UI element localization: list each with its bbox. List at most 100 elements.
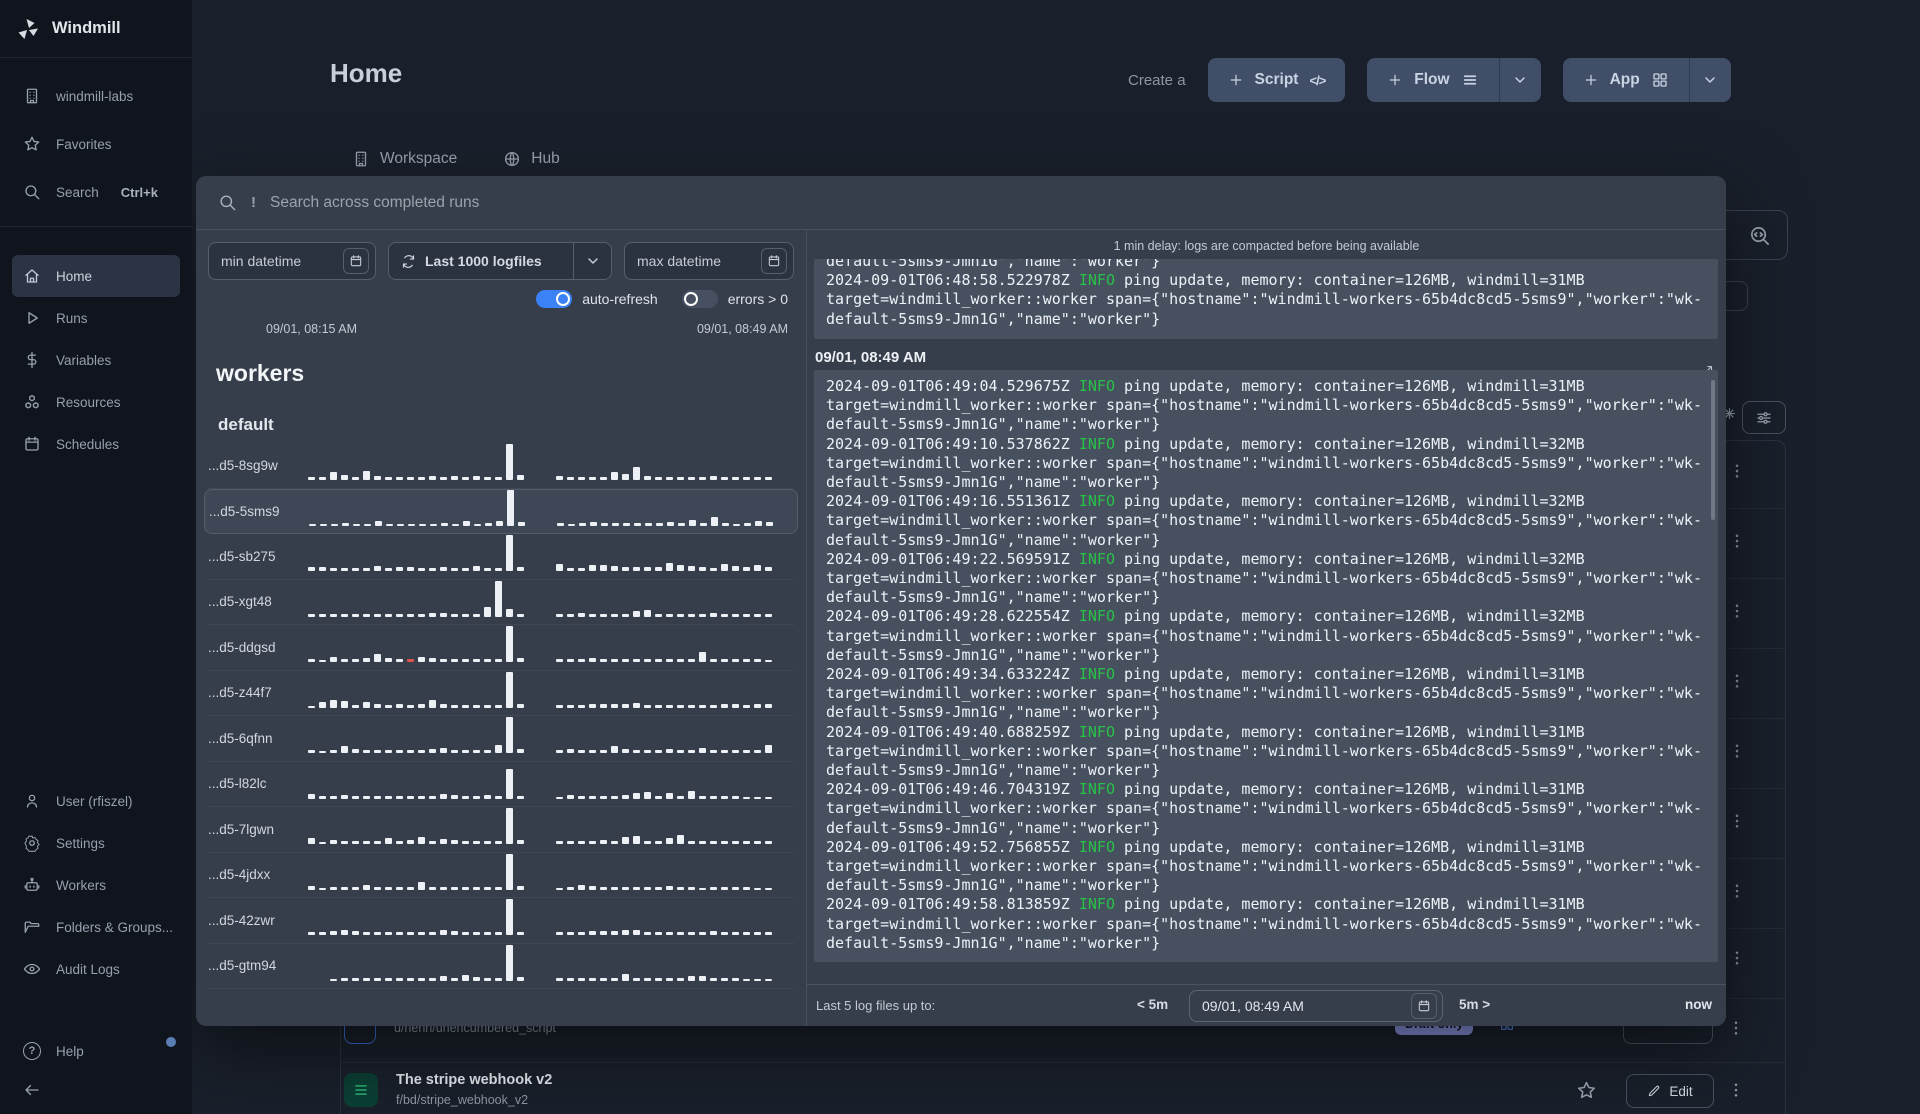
forward-5m-button[interactable]: 5m > xyxy=(1459,997,1490,1012)
sidebar-item-folders-groups[interactable]: Folders & Groups... xyxy=(0,906,192,948)
adjustments-button[interactable] xyxy=(1742,401,1786,434)
worker-row[interactable]: ...d5-l82lc xyxy=(208,762,794,807)
worker-row[interactable]: ...d5-5sms9 xyxy=(204,488,798,534)
sidebar-item-settings[interactable]: Settings xyxy=(0,822,192,864)
kebab-menu-icon[interactable] xyxy=(1728,672,1746,695)
worker-row[interactable]: ...d5-4jdxx xyxy=(208,853,794,898)
calendar-button[interactable] xyxy=(1411,993,1437,1019)
calendar-button[interactable] xyxy=(761,248,787,274)
range-start: 09/01, 08:15 AM xyxy=(266,322,358,336)
building-icon xyxy=(22,87,42,105)
sidebar-nav-group: Home Runs Variables Resources Schedules xyxy=(0,227,192,465)
sidebar-item-audit-logs[interactable]: Audit Logs xyxy=(0,948,192,990)
worker-row[interactable]: ...d5-42zwr xyxy=(208,898,794,944)
brand[interactable]: Windmill xyxy=(0,0,192,58)
log-level: INFO xyxy=(1078,780,1115,799)
favorite-star-icon[interactable] xyxy=(1576,1080,1597,1101)
sidebar-item-resources[interactable]: Resources xyxy=(0,381,192,423)
worker-activity-sparkline xyxy=(308,899,794,940)
auto-refresh-toggle[interactable] xyxy=(536,290,573,308)
log-block-main[interactable]: 2024-09-01T06:49:04.529675Z INFO ping up… xyxy=(814,370,1718,962)
list-icon xyxy=(1461,71,1479,89)
worker-id: ...d5-l82lc xyxy=(208,776,267,792)
errors-toggle[interactable] xyxy=(681,290,718,308)
sidebar-item-variables[interactable]: Variables xyxy=(0,339,192,381)
folder-icon xyxy=(22,918,42,936)
toggle-row: auto-refresh errors > 0 xyxy=(208,290,794,308)
calendar-button[interactable] xyxy=(343,248,369,274)
kebab-menu-icon[interactable] xyxy=(1728,602,1746,625)
worker-row[interactable]: ...d5-7lgwn xyxy=(208,807,794,853)
log-entry: 2024-09-01T06:49:52.756855Z INFO ping up… xyxy=(826,837,1702,895)
worker-row[interactable]: ...d5-z44f7 xyxy=(208,671,794,716)
kebab-menu-icon[interactable] xyxy=(1728,532,1746,555)
kebab-menu-icon[interactable] xyxy=(1728,882,1746,905)
create-app-dropdown[interactable] xyxy=(1688,58,1731,102)
log-entry: 2024-09-01T06:49:58.813859Z INFO ping up… xyxy=(826,895,1702,952)
worker-row[interactable]: ...d5-gtm94 xyxy=(208,944,794,989)
create-app-button[interactable]: App xyxy=(1563,58,1689,102)
max-datetime-input[interactable]: max datetime xyxy=(624,242,794,280)
collapse-sidebar-button[interactable] xyxy=(0,1072,192,1108)
worker-activity-sparkline xyxy=(308,535,794,576)
sidebar-item-label: Settings xyxy=(56,835,105,851)
edit-button[interactable]: Edit xyxy=(1626,1074,1714,1108)
worker-row[interactable]: ...d5-sb275 xyxy=(208,534,794,580)
sidebar-item-schedules[interactable]: Schedules xyxy=(0,423,192,465)
create-script-button[interactable]: Script </> xyxy=(1208,58,1346,102)
min-datetime-input[interactable]: min datetime xyxy=(208,242,376,280)
runs-search-input[interactable] xyxy=(270,193,1704,212)
kebab-menu-icon[interactable] xyxy=(1728,742,1746,765)
sliders-icon xyxy=(1755,409,1773,427)
auto-refresh-label: auto-refresh xyxy=(582,291,658,307)
create-flow-button[interactable]: Flow xyxy=(1367,58,1498,102)
scrollbar-thumb[interactable] xyxy=(1711,380,1715,520)
tab-hub[interactable]: Hub xyxy=(503,150,560,168)
back-5m-button[interactable]: < 5m xyxy=(1137,997,1168,1012)
logfiles-select[interactable]: Last 1000 logfiles xyxy=(388,242,612,280)
tab-workspace[interactable]: Workspace xyxy=(352,150,457,168)
worker-list: ...d5-8sg9w ...d5-5sms9 ...d5-sb275 ...d5-x… xyxy=(204,443,798,989)
sidebar-item-search[interactable]: Search Ctrl+k xyxy=(0,168,192,216)
worker-row[interactable]: ...d5-xgt48 xyxy=(208,580,794,625)
sidebar-item-home[interactable]: Home xyxy=(12,255,180,297)
logfiles-label: Last 1000 logfiles xyxy=(425,253,542,269)
sidebar-item-runs[interactable]: Runs xyxy=(0,297,192,339)
worker-id: ...d5-8sg9w xyxy=(208,457,278,473)
kebab-menu-icon[interactable] xyxy=(1728,462,1746,485)
sidebar-item-workers[interactable]: Workers xyxy=(0,864,192,906)
log-level: INFO xyxy=(1078,492,1115,511)
sidebar-item-label: Workers xyxy=(56,877,107,893)
log-entry: 2024-09-01T06:49:22.569591Z INFO ping up… xyxy=(826,549,1702,607)
log-entry: 2024-09-01T06:48:58.522978Z INFO ping up… xyxy=(826,271,1702,328)
sidebar-item-label: Variables xyxy=(56,352,112,368)
logfiles-dropdown[interactable] xyxy=(573,243,611,279)
kebab-menu-icon[interactable] xyxy=(1728,812,1746,835)
worker-row[interactable]: ...d5-8sg9w xyxy=(208,443,794,489)
worker-id: ...d5-xgt48 xyxy=(208,594,272,610)
windmill-logo-icon xyxy=(16,17,40,41)
log-level: INFO xyxy=(1078,549,1115,568)
sidebar-item-windmill-labs[interactable]: windmill-labs xyxy=(0,72,192,120)
create-row: Create a Script </> Flow App xyxy=(1128,58,1731,102)
kebab-menu-icon[interactable] xyxy=(1727,1081,1745,1099)
boxes-icon xyxy=(22,393,42,411)
list-item[interactable]: The stripe webhook v2 f/bd/stripe_webhoo… xyxy=(344,1072,552,1107)
tab-workspace-label: Workspace xyxy=(380,150,458,167)
sidebar-item-help[interactable]: ? Help xyxy=(0,1030,192,1072)
worker-activity-sparkline xyxy=(308,671,794,713)
worker-row[interactable]: ...d5-6qfnn xyxy=(208,716,794,762)
sidebar-item-favorites[interactable]: Favorites xyxy=(0,120,192,168)
sidebar-item-user-rfiszel[interactable]: User (rfiszel) xyxy=(0,780,192,822)
flow-icon xyxy=(344,1072,378,1107)
kebab-menu-icon[interactable] xyxy=(1728,949,1746,972)
log-level: INFO xyxy=(1078,895,1115,914)
now-button[interactable]: now xyxy=(1685,997,1712,1012)
footer-datetime-input[interactable]: 09/01, 08:49 AM xyxy=(1189,990,1443,1022)
log-entry: 2024-09-01T06:49:16.551361Z INFO ping up… xyxy=(826,492,1702,549)
kebab-menu-icon[interactable] xyxy=(1727,1019,1745,1037)
worker-id: ...d5-4jdxx xyxy=(208,867,271,883)
worker-row[interactable]: ...d5-ddgsd xyxy=(208,625,794,671)
screen: Windmill windmill-labs Favorites Search Ctr… xyxy=(0,0,1920,1114)
create-flow-dropdown[interactable] xyxy=(1498,58,1541,102)
